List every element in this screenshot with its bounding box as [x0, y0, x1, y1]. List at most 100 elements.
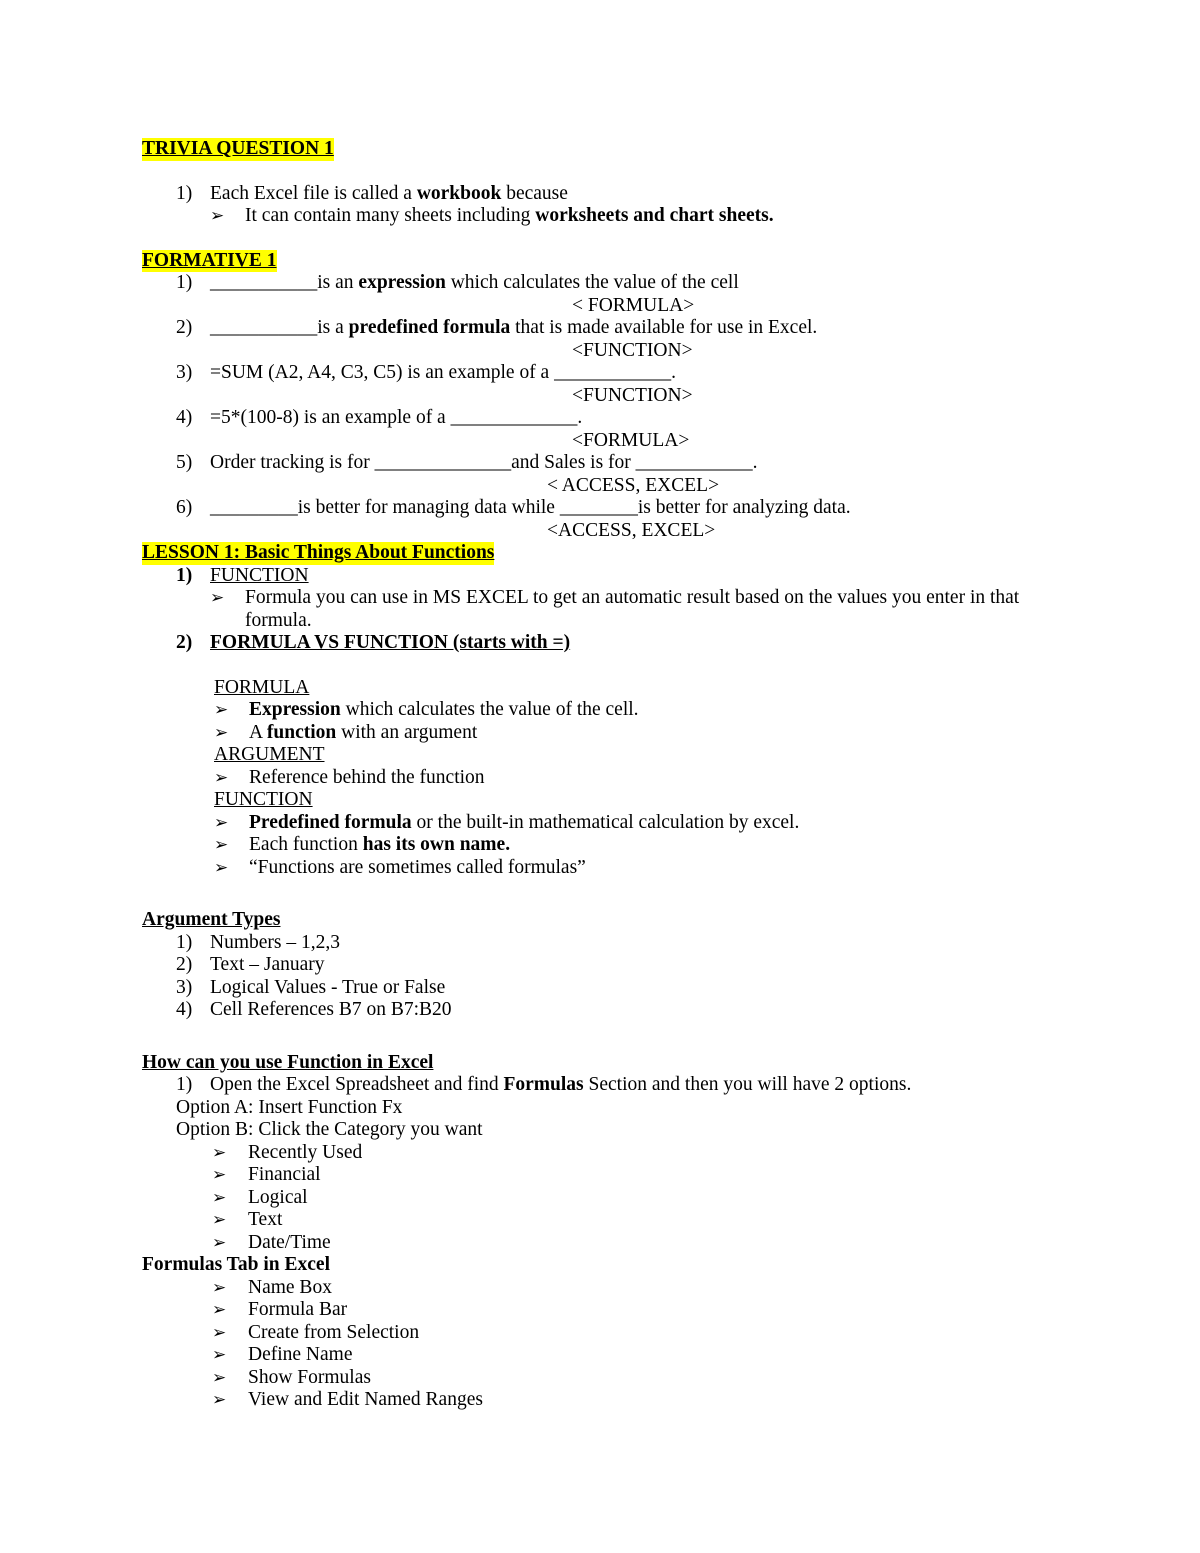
arrow-bullet-icon: ➢	[212, 1277, 227, 1297]
function-bullet-2: ➢ Each function has its own name.	[142, 834, 1072, 857]
function-bullet-2-pre: Each function	[249, 834, 363, 855]
lesson1-item-2: 2) FORMULA VS FUNCTION (starts with =)	[142, 632, 1072, 655]
how-use-step-1: 1) Open the Excel Spreadsheet and find F…	[142, 1074, 1072, 1097]
formative-answer-3: <FUNCTION>	[572, 384, 693, 406]
formulas-tab-section: Formulas Tab in Excel ➢ Name Box ➢ Formu…	[142, 1254, 1072, 1412]
trivia-question-1-text: Each Excel file is called a workbook bec…	[210, 183, 1072, 206]
argument-type-text: Text – January	[210, 954, 325, 975]
function-bullet-1-text: Predefined formula or the built-in mathe…	[249, 812, 1072, 835]
arrow-bullet-icon: ➢	[214, 767, 229, 787]
formative-1-bold: expression	[358, 272, 446, 293]
arrow-bullet-icon: ➢	[212, 1187, 227, 1207]
argument-types-heading: Argument Types	[142, 909, 281, 930]
arrow-bullet-icon: ➢	[212, 1165, 227, 1184]
argument-type-item: 3) Logical Values - True or False	[142, 977, 1072, 1000]
function-subhead-line: FUNCTION	[214, 789, 1072, 812]
blank-field: _____________	[450, 407, 578, 428]
arrow-bullet-icon: ➢	[212, 1142, 227, 1162]
category-label: Logical	[248, 1186, 308, 1208]
how-use-section: How can you use Function in Excel 1) Ope…	[142, 1052, 1072, 1255]
arrow-bullet-icon: ➢	[212, 1232, 227, 1252]
formulas-tab-heading-line: Formulas Tab in Excel	[142, 1254, 1072, 1277]
formula-bullet-2-bold: function	[266, 721, 337, 743]
lesson1-item-1: 1) FUNCTION	[142, 565, 1072, 588]
category-label: Recently Used	[248, 1141, 363, 1163]
formative-1-post: which calculates the value of the cell	[445, 272, 739, 293]
function-bullet-1: ➢ Predefined formula or the built-in mat…	[142, 812, 1072, 835]
blank-field: ______________	[374, 452, 512, 473]
formative-item-3-text: =SUM (A2, A4, C3, C5) is an example of a…	[210, 362, 1072, 385]
trivia-a1-bold: worksheets and chart sheets.	[535, 205, 774, 226]
trivia-answer-1-text: It can contain many sheets including wor…	[245, 205, 1072, 228]
lesson1-item-1-title: FUNCTION	[210, 564, 309, 586]
arrow-bullet-icon: ➢	[212, 1390, 227, 1409]
formulas-tab-item: ➢ Create from Selection	[142, 1322, 1072, 1345]
category-item: ➢ Text	[142, 1209, 1072, 1232]
formative-item-4: 4) =5*(100-8) is an example of a _______…	[142, 407, 1072, 430]
category-item: ➢ Financial	[142, 1164, 1072, 1187]
arrow-bullet-icon: ➢	[214, 700, 229, 719]
formative-4-post: .	[577, 407, 583, 428]
formative-3-pre: =SUM (A2, A4, C3, C5) is an example of a	[210, 362, 555, 383]
formative-answer-4: <FORMULA>	[572, 429, 690, 451]
formative-item-3: 3) =SUM (A2, A4, C3, C5) is an example o…	[142, 362, 1072, 385]
formulas-tab-item: ➢ View and Edit Named Ranges	[142, 1389, 1072, 1412]
blank-field: _________	[210, 497, 298, 518]
how-use-step-1-pre: Open the Excel Spreadsheet and find	[210, 1074, 504, 1095]
formative-heading-line: FORMATIVE 1	[142, 249, 1072, 272]
argument-type-item: 1) Numbers – 1,2,3	[142, 932, 1072, 955]
list-marker: 1)	[176, 182, 193, 204]
how-use-step-1-text: Open the Excel Spreadsheet and find Form…	[210, 1074, 1072, 1097]
list-marker: 2)	[176, 632, 193, 653]
formula-bullet-2-pre: A	[249, 721, 267, 743]
formulas-tab-label: View and Edit Named Ranges	[248, 1389, 483, 1410]
argument-type-text: Numbers – 1,2,3	[210, 931, 340, 953]
formula-bullet-2-rest: with an argument	[336, 721, 478, 743]
formulas-tab-item: ➢ Define Name	[142, 1344, 1072, 1367]
argument-bullet-1-text: Reference behind the function	[249, 766, 485, 788]
lesson1-item-1-bullet: ➢ Formula you can use in MS EXCEL to get…	[142, 587, 1072, 632]
trivia-heading-line: TRIVIA QUESTION 1	[142, 138, 1072, 161]
formative-6-pre: is better for managing data while	[297, 497, 560, 518]
argument-type-item: 4) Cell References B7 on B7:B20	[142, 999, 1072, 1022]
document-page: TRIVIA QUESTION 1 1) Each Excel file is …	[0, 0, 1200, 1553]
function-bullet-1-bold: Predefined formula	[249, 811, 412, 833]
argument-subhead-line: ARGUMENT	[214, 744, 1072, 767]
category-item: ➢ Date/Time	[142, 1232, 1072, 1255]
list-marker: 1)	[176, 1074, 193, 1095]
formula-subhead-line: FORMULA	[214, 677, 1072, 700]
lesson1-heading: LESSON 1: Basic Things About Functions	[142, 542, 495, 565]
argument-type-item: 2) Text – January	[142, 954, 1072, 977]
list-marker: 3)	[176, 976, 193, 998]
arrow-bullet-icon: ➢	[214, 857, 229, 877]
formative-item-5-text: Order tracking is for ______________and …	[210, 452, 1072, 475]
lesson1-item-2-title: FORMULA VS FUNCTION (starts with =)	[210, 632, 571, 653]
formula-bullet-1: ➢ Expression which calculates the value …	[142, 699, 1072, 722]
lesson1-section: LESSON 1: Basic Things About Functions 1…	[142, 542, 1072, 879]
option-b: Option B: Click the Category you want	[176, 1119, 483, 1140]
formulas-tab-label: Formula Bar	[248, 1299, 348, 1320]
formative-answer-1: < FORMULA>	[572, 294, 695, 316]
document-body: TRIVIA QUESTION 1 1) Each Excel file is …	[142, 138, 1072, 1412]
function-bullet-3-text: “Functions are sometimes called formulas…	[249, 856, 586, 878]
lesson1-heading-line: LESSON 1: Basic Things About Functions	[142, 542, 1072, 565]
arrow-bullet-icon: ➢	[212, 1300, 227, 1319]
trivia-q1-bold: workbook	[416, 182, 502, 204]
formulas-tab-item: ➢ Name Box	[142, 1277, 1072, 1300]
how-use-heading: How can you use Function in Excel	[142, 1051, 434, 1073]
formative-5-mid: and Sales is for	[511, 452, 636, 473]
formative-heading: FORMATIVE 1	[142, 249, 277, 272]
blank-field: ___________	[210, 317, 318, 338]
formulas-tab-label: Name Box	[248, 1276, 332, 1298]
formative-item-6: 6) _________is better for managing data …	[142, 497, 1072, 520]
list-marker: 2)	[176, 317, 193, 338]
list-marker: 1)	[176, 931, 193, 953]
option-a: Option A: Insert Function Fx	[176, 1096, 403, 1118]
arrow-bullet-icon: ➢	[210, 588, 225, 607]
argument-subheading: ARGUMENT	[214, 744, 325, 765]
formulas-tab-label: Define Name	[248, 1344, 353, 1365]
formulas-tab-label: Show Formulas	[248, 1366, 371, 1388]
lesson1-item-2-title-wrap: FORMULA VS FUNCTION (starts with =)	[210, 632, 1072, 655]
argument-type-text: Cell References B7 on B7:B20	[210, 999, 452, 1020]
category-item: ➢ Logical	[142, 1187, 1072, 1210]
